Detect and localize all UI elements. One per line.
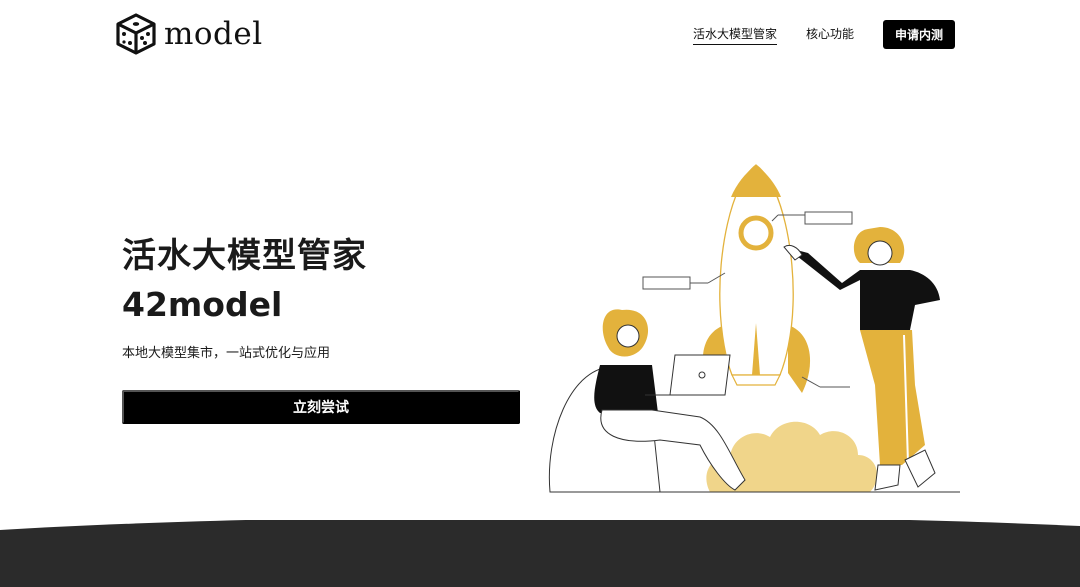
footer-wave — [0, 520, 1080, 587]
callout-left — [642, 272, 726, 290]
logo-text: model — [164, 16, 263, 52]
dice-logo-icon — [116, 13, 156, 55]
try-now-button[interactable]: 立刻尝试 — [122, 390, 520, 424]
rocket-launch-illustration — [548, 164, 960, 493]
hero-brand-name: 42model — [122, 285, 283, 324]
hero-subtitle: 本地大模型集市，一站式优化与应用 — [122, 346, 331, 361]
site-header: model 活水大模型管家 核心功能 申请内测 — [0, 0, 1080, 70]
hero-title: 活水大模型管家 — [122, 236, 367, 276]
apply-beta-button[interactable]: 申请内测 — [883, 20, 955, 49]
rocket — [719, 164, 794, 386]
main-nav: 活水大模型管家 核心功能 申请内测 — [692, 20, 955, 49]
logo[interactable]: model — [114, 12, 263, 56]
nav-link-features[interactable]: 核心功能 — [806, 25, 854, 44]
nav-link-product[interactable]: 活水大模型管家 — [692, 25, 777, 45]
